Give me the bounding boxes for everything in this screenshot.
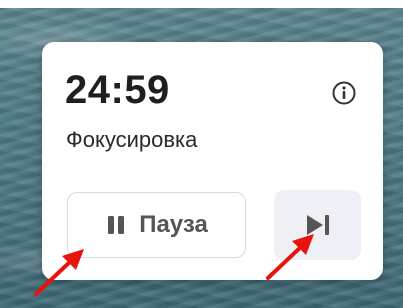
red-arrow-icon <box>266 234 314 280</box>
timer-mode-label: Фокусировка <box>66 127 198 152</box>
timer-time: 24:59 <box>65 68 170 112</box>
pause-button[interactable]: Пауза <box>67 192 246 258</box>
timer-card: 24:59 Фокусировка Пауза <box>42 42 383 280</box>
pause-icon <box>108 216 125 234</box>
info-icon[interactable] <box>331 80 357 106</box>
top-strip <box>0 0 403 8</box>
red-arrow-icon <box>34 249 84 296</box>
pause-button-label: Пауза <box>139 211 208 238</box>
